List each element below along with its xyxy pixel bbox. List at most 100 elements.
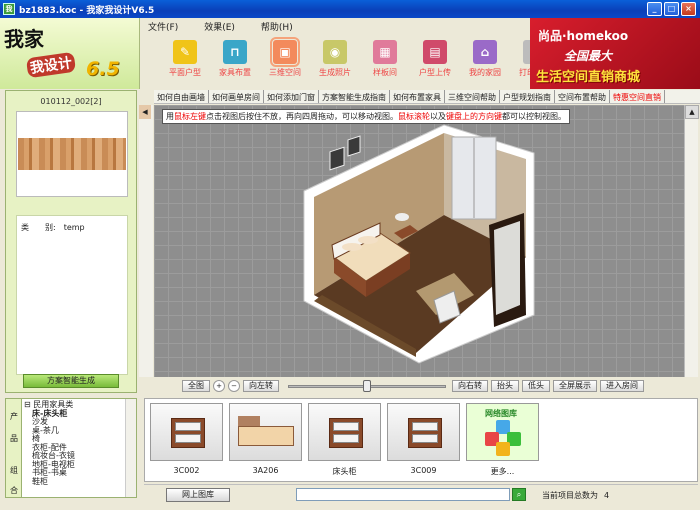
gallery-caption: 3C002 — [173, 466, 200, 475]
view-scrollbar-left[interactable]: ◀ — [139, 105, 153, 377]
view-scrollbar-right[interactable]: ▲ — [684, 105, 699, 377]
window-title: bz1883.koc - 我家我设计V6.5 — [19, 5, 155, 16]
scroll-up-icon[interactable]: ▲ — [685, 105, 699, 119]
minimize-button[interactable]: _ — [647, 2, 662, 16]
toolbar-pencil-button[interactable]: ✎ 平面户型 — [160, 40, 210, 82]
toolbar-cube-button[interactable]: ▣ 三维空间 — [260, 37, 310, 82]
gallery-search-input[interactable] — [296, 488, 510, 501]
app-logo: 我家 我设计 6.5 — [0, 18, 140, 89]
3d-viewport[interactable]: 用鼠标左键点击视图后按住不放，再向四周拖动，可以移动视图。鼠标滚轮以及键盘上的方… — [154, 105, 684, 377]
bed-image — [229, 403, 302, 461]
help-link[interactable]: 如何画单房间 — [209, 90, 264, 103]
main-toolbar: ✎平面户型⊓家具布置▣三维空间◉生成照片▦样板间▤户型上传⌂我的家园⎙打印图片 — [160, 37, 560, 82]
tab-product-2[interactable]: 品 — [10, 433, 18, 444]
ad-slogan2: 生活空间直销商城 — [536, 70, 641, 85]
gallery-item[interactable]: 3C009 — [387, 403, 460, 479]
search-icon[interactable]: ⌕ — [512, 488, 526, 501]
property-value: temp — [63, 223, 85, 232]
maximize-button[interactable]: □ — [664, 2, 679, 16]
tab-combo-1[interactable]: 组 — [10, 465, 18, 476]
rotate-left-button[interactable]: 向左转 — [243, 379, 279, 392]
menu-file[interactable]: 文件(F) — [148, 20, 178, 33]
toolbar-layout-button[interactable]: ▦ 样板间 — [360, 40, 410, 82]
toolbar-label: 生成照片 — [319, 68, 351, 77]
toolbar-label: 样板间 — [373, 68, 397, 77]
toolbar-house-button[interactable]: ⌂ 我的家园 — [460, 40, 510, 82]
nightstand-image — [308, 403, 381, 461]
auto-generate-button[interactable]: 方案智能生成 — [23, 374, 119, 388]
logo-line2: 我设计 — [25, 51, 77, 79]
help-link[interactable]: 如何布置家具 — [390, 90, 445, 103]
enter-room-button[interactable]: 进入房间 — [600, 379, 644, 392]
zoom-in-icon[interactable]: + — [213, 379, 225, 392]
material-title: 010112_002[2] — [40, 97, 102, 106]
toolbar-label: 家具布置 — [219, 68, 251, 77]
rotation-slider[interactable] — [288, 379, 446, 392]
camera-icon: ◉ — [323, 40, 347, 64]
help-link[interactable]: 方案智能生成指南 — [319, 90, 390, 103]
toolbar-chair-button[interactable]: ⊓ 家具布置 — [210, 40, 260, 82]
help-link[interactable]: 如何添加门窗 — [264, 90, 319, 103]
full-view-button[interactable]: 全图 — [182, 379, 210, 392]
gallery-bottom-bar: 网上图库 ⌕ 当前项目总数为 4 — [144, 484, 698, 502]
toolbar-label: 户型上传 — [419, 68, 451, 77]
tree-items: ⊟ 民用家具类 床-床头柜 沙发 桌-茶几 椅 衣柜-配件 梳妆台-衣镜 地柜-… — [24, 400, 126, 487]
help-link[interactable]: 三维空间帮助 — [445, 90, 500, 103]
pencil-icon: ✎ — [173, 40, 197, 64]
gallery-caption: 床头柜 — [332, 467, 357, 476]
item-count-label: 当前项目总数为 — [542, 491, 598, 500]
tab-combo-2[interactable]: 合 — [10, 485, 18, 496]
toolbar-label: 我的家园 — [469, 68, 501, 77]
gallery-item[interactable]: 网络图库更多... — [466, 403, 539, 479]
layout-icon: ▦ — [373, 40, 397, 64]
look-up-button[interactable]: 抬头 — [491, 379, 519, 392]
close-button[interactable]: × — [681, 2, 696, 16]
nightstand-image — [387, 403, 460, 461]
furniture-gallery: 3C002 3A206 床头柜 3C009 网络图库 更多... — [144, 398, 698, 482]
gallery-item[interactable]: 3C002 — [150, 403, 223, 479]
online-gallery-button[interactable]: 网上图库 — [166, 488, 230, 502]
toolbar-label: 三维空间 — [269, 68, 301, 77]
help-link[interactable]: 户型规划指南 — [500, 90, 555, 103]
look-down-button[interactable]: 低头 — [522, 379, 550, 392]
menu-help[interactable]: 帮助(H) — [261, 20, 293, 33]
tree-scrollbar[interactable] — [125, 399, 136, 497]
toolbar-floppy-button[interactable]: ▤ 户型上传 — [410, 40, 460, 82]
slider-thumb[interactable] — [363, 379, 371, 392]
help-link[interactable]: 空间布置帮助 — [555, 90, 610, 103]
house-icon: ⌂ — [473, 40, 497, 64]
rotate-right-button[interactable]: 向右转 — [452, 379, 488, 392]
help-link[interactable]: 特惠空间直销 — [610, 90, 665, 103]
material-properties: 类 别: temp — [16, 215, 128, 375]
item-count-value: 4 — [604, 491, 610, 500]
title-bar: 我 bz1883.koc - 我家我设计V6.5 _ □ × — [0, 0, 700, 18]
app-icon: 我 — [3, 3, 15, 15]
wood-texture-image — [18, 138, 126, 170]
property-key: 类 别: — [21, 223, 56, 232]
scroll-left-icon[interactable]: ◀ — [139, 105, 151, 119]
toolbar-label: 平面户型 — [169, 68, 201, 77]
zoom-out-icon[interactable]: − — [228, 379, 240, 392]
menu-effects[interactable]: 效果(E) — [204, 20, 235, 33]
homekoo-ad-banner[interactable]: 尚品·homekoo 全国最大 生活空间直销商城 — [530, 18, 700, 89]
gallery-item[interactable]: 3A206 — [229, 403, 302, 479]
tree-item[interactable]: 鞋柜 — [24, 477, 126, 487]
tab-product-1[interactable]: 产 — [10, 411, 18, 422]
item-count: 当前项目总数为 4 — [542, 490, 609, 501]
help-link[interactable]: 如何自由画墙 — [154, 90, 209, 103]
material-panel: 010112_002[2] 类 别: temp — [5, 90, 137, 393]
network-gallery-label: 网络图库 — [485, 409, 517, 418]
fullscreen-button[interactable]: 全屏展示 — [553, 379, 597, 392]
help-link-bar: 如何自由画墙 如何画单房间 如何添加门窗 方案智能生成指南 如何布置家具 三维空间帮助 户型… — [154, 90, 700, 104]
material-preview — [16, 111, 128, 197]
tree-tabs: 产 品 组 合 — [6, 399, 22, 497]
gallery-caption: 更多... — [490, 467, 515, 476]
gallery-item[interactable]: 床头柜 — [308, 403, 381, 479]
category-tree: 产 品 组 合 ⊟ 民用家具类 床-床头柜 沙发 桌-茶几 椅 衣柜-配件 梳妆… — [5, 398, 137, 498]
ad-slogan1: 全国最大 — [564, 49, 613, 63]
cube-icon: ▣ — [270, 37, 300, 67]
network-gallery-icon: 网络图库 — [466, 403, 539, 461]
logo-version: 6.5 — [86, 58, 120, 80]
bedroom-3d-render — [303, 124, 535, 364]
toolbar-camera-button[interactable]: ◉ 生成照片 — [310, 40, 360, 82]
